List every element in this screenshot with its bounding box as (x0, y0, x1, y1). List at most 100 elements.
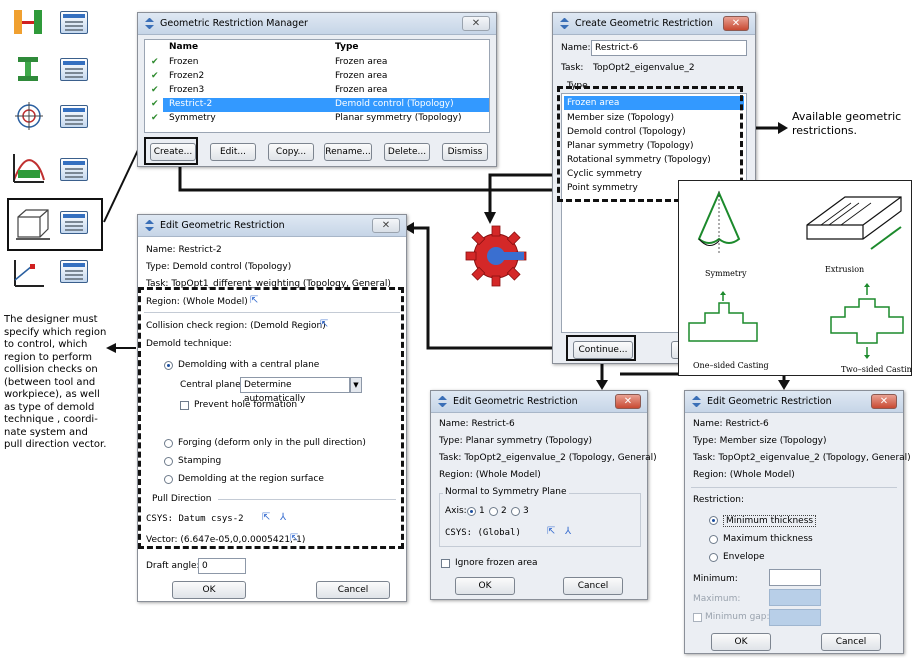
row-type: Frozen area (335, 71, 388, 81)
manager-titlebar[interactable]: Geometric Restriction Manager ✕ (138, 13, 496, 35)
axis-label: Axis: (445, 506, 467, 516)
edit-member-title: Edit Geometric Restriction (707, 396, 832, 407)
table-row[interactable]: ✔ Symmetry Planar symmetry (Topology) (145, 112, 489, 126)
demold-dashed-box (138, 287, 404, 549)
type-text: Type: Member size (Topology) (693, 436, 827, 446)
axis-3-radio[interactable] (511, 507, 520, 516)
axis-2-radio[interactable] (489, 507, 498, 516)
create-title: Create Geometric Restriction (575, 18, 713, 29)
row-name: Frozen (169, 57, 199, 67)
ok-button[interactable]: OK (172, 581, 246, 599)
name-text: Name: Restrict-6 (439, 419, 515, 429)
name-text: Name: Restrict-2 (146, 245, 222, 255)
min-thickness-radio[interactable] (709, 516, 718, 525)
row-name: Restrict-2 (169, 99, 213, 109)
cancel-button[interactable]: Cancel (563, 577, 623, 595)
delete-button[interactable]: Delete... (384, 143, 430, 161)
min-gap-checkbox[interactable] (693, 613, 702, 622)
task-label: Task: (561, 63, 584, 73)
close-icon[interactable]: ✕ (462, 16, 490, 31)
minimum-field[interactable] (769, 569, 821, 586)
min-gap-label: Minimum gap: (705, 612, 770, 622)
extrusion-shape-icon (806, 196, 902, 250)
maximum-label: Maximum: (693, 594, 741, 604)
minimum-label: Minimum: (693, 574, 738, 584)
task-value: TopOpt2_eigenvalue_2 (593, 63, 695, 73)
max-thickness-radio[interactable] (709, 535, 718, 544)
close-icon[interactable]: ✕ (372, 218, 400, 233)
edit-member-window: Edit Geometric Restriction ✕ Name: Restr… (684, 390, 911, 654)
row-type: Planar symmetry (Topology) (335, 113, 462, 123)
create-titlebar[interactable]: Create Geometric Restriction ✕ (553, 13, 755, 35)
check-icon: ✔ (151, 85, 159, 95)
app-icon (691, 396, 702, 407)
task-text: Task: TopOpt2_eigenvalue_2 (Topology, Ge… (439, 453, 657, 463)
close-icon[interactable]: ✕ (723, 16, 749, 31)
right-annotation: Available geometric restrictions. (792, 110, 902, 137)
close-icon[interactable]: ✕ (615, 394, 641, 409)
name-field[interactable]: Restrict-6 (591, 40, 747, 56)
edit-planar-titlebar[interactable]: Edit Geometric Restriction ✕ (431, 391, 647, 413)
gear-icon (465, 225, 527, 287)
table-row[interactable]: ✔ Frozen2 Frozen area (145, 70, 489, 84)
table-row-selected[interactable]: Restrict-2 Demold control (Topology) (163, 98, 489, 112)
col-name-header: Name (169, 42, 199, 52)
create-csys-icon[interactable]: ⅄ (565, 526, 571, 537)
cancel-button[interactable]: Cancel (821, 633, 881, 651)
normal-group (439, 493, 641, 547)
select-csys-icon[interactable]: ⇱ (547, 526, 555, 537)
restriction-table: Name Type ✔ Frozen Frozen area ✔ Frozen2… (144, 39, 490, 133)
close-icon[interactable]: ✕ (871, 394, 897, 409)
axis-1-label: 1 (479, 506, 485, 516)
ok-button[interactable]: OK (455, 577, 515, 595)
one-sided-caption: One–sided Casting (693, 361, 769, 370)
region-text: Region: (Whole Model) (439, 470, 541, 480)
col-type-header: Type (335, 42, 359, 52)
draft-label: Draft angle: (146, 561, 200, 571)
check-icon: ✔ (151, 71, 159, 81)
envelope-radio[interactable] (709, 553, 718, 562)
manager-title: Geometric Restriction Manager (160, 18, 308, 29)
draft-angle-field[interactable]: 0 (198, 558, 246, 574)
axis-1-radio[interactable] (467, 507, 476, 516)
cancel-button[interactable]: Cancel (316, 581, 390, 599)
ok-button[interactable]: OK (711, 633, 771, 651)
edit-demold-titlebar[interactable]: Edit Geometric Restriction ✕ (138, 215, 406, 237)
min-thickness-option: Minimum thickness (723, 515, 817, 527)
app-icon (144, 18, 155, 29)
app-icon (437, 396, 448, 407)
one-sided-casting-icon (688, 291, 758, 342)
check-icon: ✔ (151, 99, 159, 109)
min-gap-field[interactable] (769, 609, 821, 626)
ignore-frozen-label: Ignore frozen area (455, 558, 538, 568)
restriction-shapes-panel: Symmetry Extrusion One–sided Casting Two… (678, 180, 912, 376)
dismiss-button[interactable]: Dismiss (442, 143, 488, 161)
task-text: Task: TopOpt2_eigenvalue_2 (Topology, Ge… (693, 453, 911, 463)
continue-highlight-box (566, 335, 636, 361)
max-thickness-option: Maximum thickness (723, 534, 813, 544)
ignore-frozen-checkbox[interactable] (441, 559, 450, 568)
app-icon (144, 220, 155, 231)
edit-planar-window: Edit Geometric Restriction ✕ Name: Restr… (430, 390, 657, 600)
edit-button[interactable]: Edit... (210, 143, 256, 161)
check-icon: ✔ (151, 57, 159, 67)
type-text: Type: Demold control (Topology) (146, 262, 292, 272)
divider (691, 487, 897, 488)
copy-button[interactable]: Copy... (268, 143, 314, 161)
app-icon (559, 18, 570, 29)
create-highlight-box (144, 137, 198, 165)
restriction-label: Restriction: (693, 495, 745, 505)
two-sided-casting-icon (830, 283, 904, 359)
type-text: Type: Planar symmetry (Topology) (439, 436, 593, 446)
table-row[interactable]: ✔ Frozen Frozen area (145, 56, 489, 70)
rename-button[interactable]: Rename... (324, 143, 372, 161)
edit-member-titlebar[interactable]: Edit Geometric Restriction ✕ (685, 391, 903, 413)
normal-label: Normal to Symmetry Plane (443, 487, 569, 497)
table-row[interactable]: ✔ Frozen3 Frozen area (145, 84, 489, 98)
maximum-field[interactable] (769, 589, 821, 606)
envelope-option: Envelope (723, 552, 765, 562)
row-type: Demold control (Topology) (335, 99, 454, 109)
edit-planar-title: Edit Geometric Restriction (453, 396, 578, 407)
edit-demold-title: Edit Geometric Restriction (160, 220, 285, 231)
symmetry-caption: Symmetry (705, 269, 747, 278)
